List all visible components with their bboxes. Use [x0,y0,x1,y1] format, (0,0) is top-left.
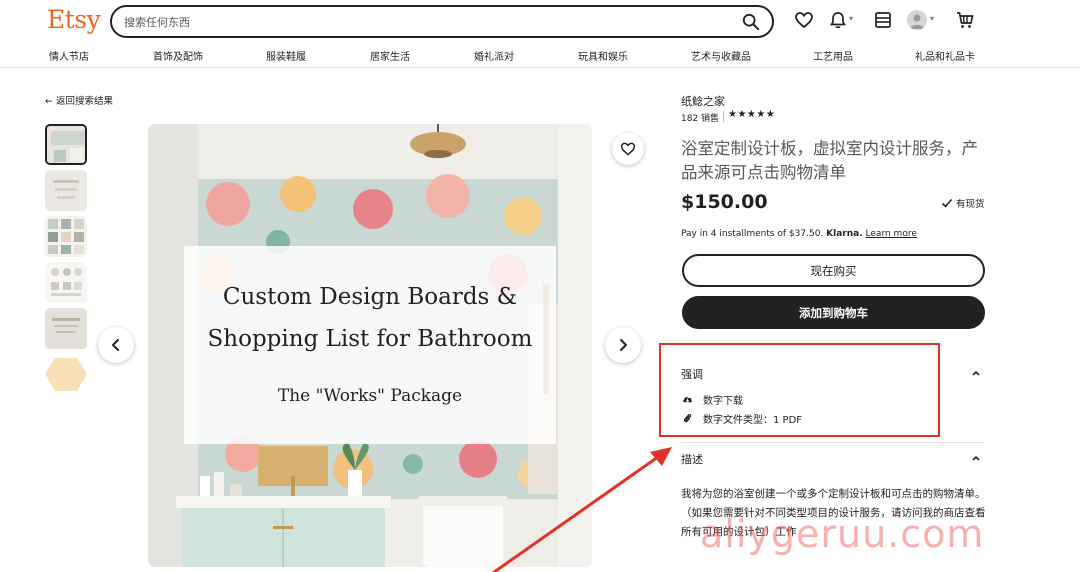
price: $150.00 [681,191,768,213]
search-icon[interactable] [742,13,760,31]
highlights-heading[interactable]: 强调 [681,366,703,382]
category-link[interactable]: 工艺用品 [813,48,853,63]
category-link[interactable]: 礼品和礼品卡 [915,48,975,63]
thumbnail-image[interactable] [45,354,87,395]
thumbnail-image[interactable] [45,170,87,211]
chevron-down-icon[interactable]: ▾ [930,14,934,23]
chevron-up-icon[interactable] [969,368,983,378]
section-divider [681,442,984,443]
watermark: aliygeruu.com [700,512,985,556]
description-heading[interactable]: 描述 [681,451,703,467]
listing-title: 浴室定制设计板，虚拟室内设计服务，产品来源可点击购物清单 [681,139,978,182]
etsy-logo[interactable]: Etsy [47,5,101,34]
learn-more-link[interactable]: Learn more [866,229,917,239]
heart-icon[interactable] [794,10,814,30]
heart-icon [620,142,636,156]
rating-stars[interactable]: ★★★★★ [728,109,775,120]
image-text-overlay: Custom Design Boards & Shopping List for… [184,246,556,444]
thumbnail-image[interactable] [45,216,87,257]
bell-icon[interactable] [828,10,848,30]
category-nav: 情人节店 首饰及配饰 服装鞋履 居家生活 婚礼派对 玩具和娱乐 艺术与收藏品 工… [0,44,1080,68]
divider [723,111,724,122]
shop-icon[interactable] [873,10,893,30]
shop-name-link[interactable]: 纸鲶之家 [681,93,725,109]
category-link[interactable]: 婚礼派对 [474,48,514,63]
checkmark-icon [941,198,953,208]
chevron-right-icon [620,339,627,351]
chevron-down-icon: ▾ [849,14,854,23]
add-to-cart-button[interactable]: 添加到购物车 [682,296,985,329]
search-bar[interactable] [110,5,774,38]
feature-item: 数字文件类型：1 PDF [703,415,803,426]
chevron-left-icon [112,339,119,351]
thumbnail-image[interactable] [45,308,87,349]
feature-item: 数字下载 [703,396,743,407]
back-to-results-link[interactable]: ← 返回搜索结果 [45,93,113,107]
previous-image-button[interactable] [98,327,134,363]
in-stock-label: 有现货 [956,199,985,210]
description-paragraph: 我将为您的浴室创建一个或多个定制设计板和可点击的购物清单。 [681,488,986,500]
cart-icon[interactable] [955,10,975,30]
main-product-image[interactable]: Custom Design Boards & Shopping List for… [148,124,592,567]
search-input[interactable] [124,13,724,31]
cloud-download-icon [683,397,692,403]
avatar[interactable] [907,10,927,30]
buy-now-button[interactable]: 现在购买 [682,254,985,287]
chevron-up-icon[interactable] [969,453,983,463]
next-image-button[interactable] [605,327,641,363]
category-link[interactable]: 服装鞋履 [266,48,306,63]
favorite-button[interactable] [612,133,644,165]
klarna-brand: Klarna. [826,229,863,239]
paperclip-icon [684,414,692,423]
thumbnail-image[interactable] [45,124,87,165]
overlay-title-line-1: Custom Design Boards & [222,284,518,310]
sales-count: 182 销售 [681,114,720,124]
klarna-text: Pay in 4 installments of $37.50. [681,229,824,239]
thumbnail-image[interactable] [45,262,87,303]
overlay-subtitle: The "Works" Package [277,386,463,406]
category-link[interactable]: 居家生活 [370,48,410,63]
overlay-title-line-2: Shopping List for Bathroom [207,326,533,352]
category-link[interactable]: 玩具和娱乐 [578,48,628,63]
category-link[interactable]: 首饰及配饰 [153,48,203,63]
category-link[interactable]: 情人节店 [49,48,89,63]
category-link[interactable]: 艺术与收藏品 [691,48,751,63]
klarna-installments: Pay in 4 installments of $37.50. Klarna.… [681,229,917,239]
